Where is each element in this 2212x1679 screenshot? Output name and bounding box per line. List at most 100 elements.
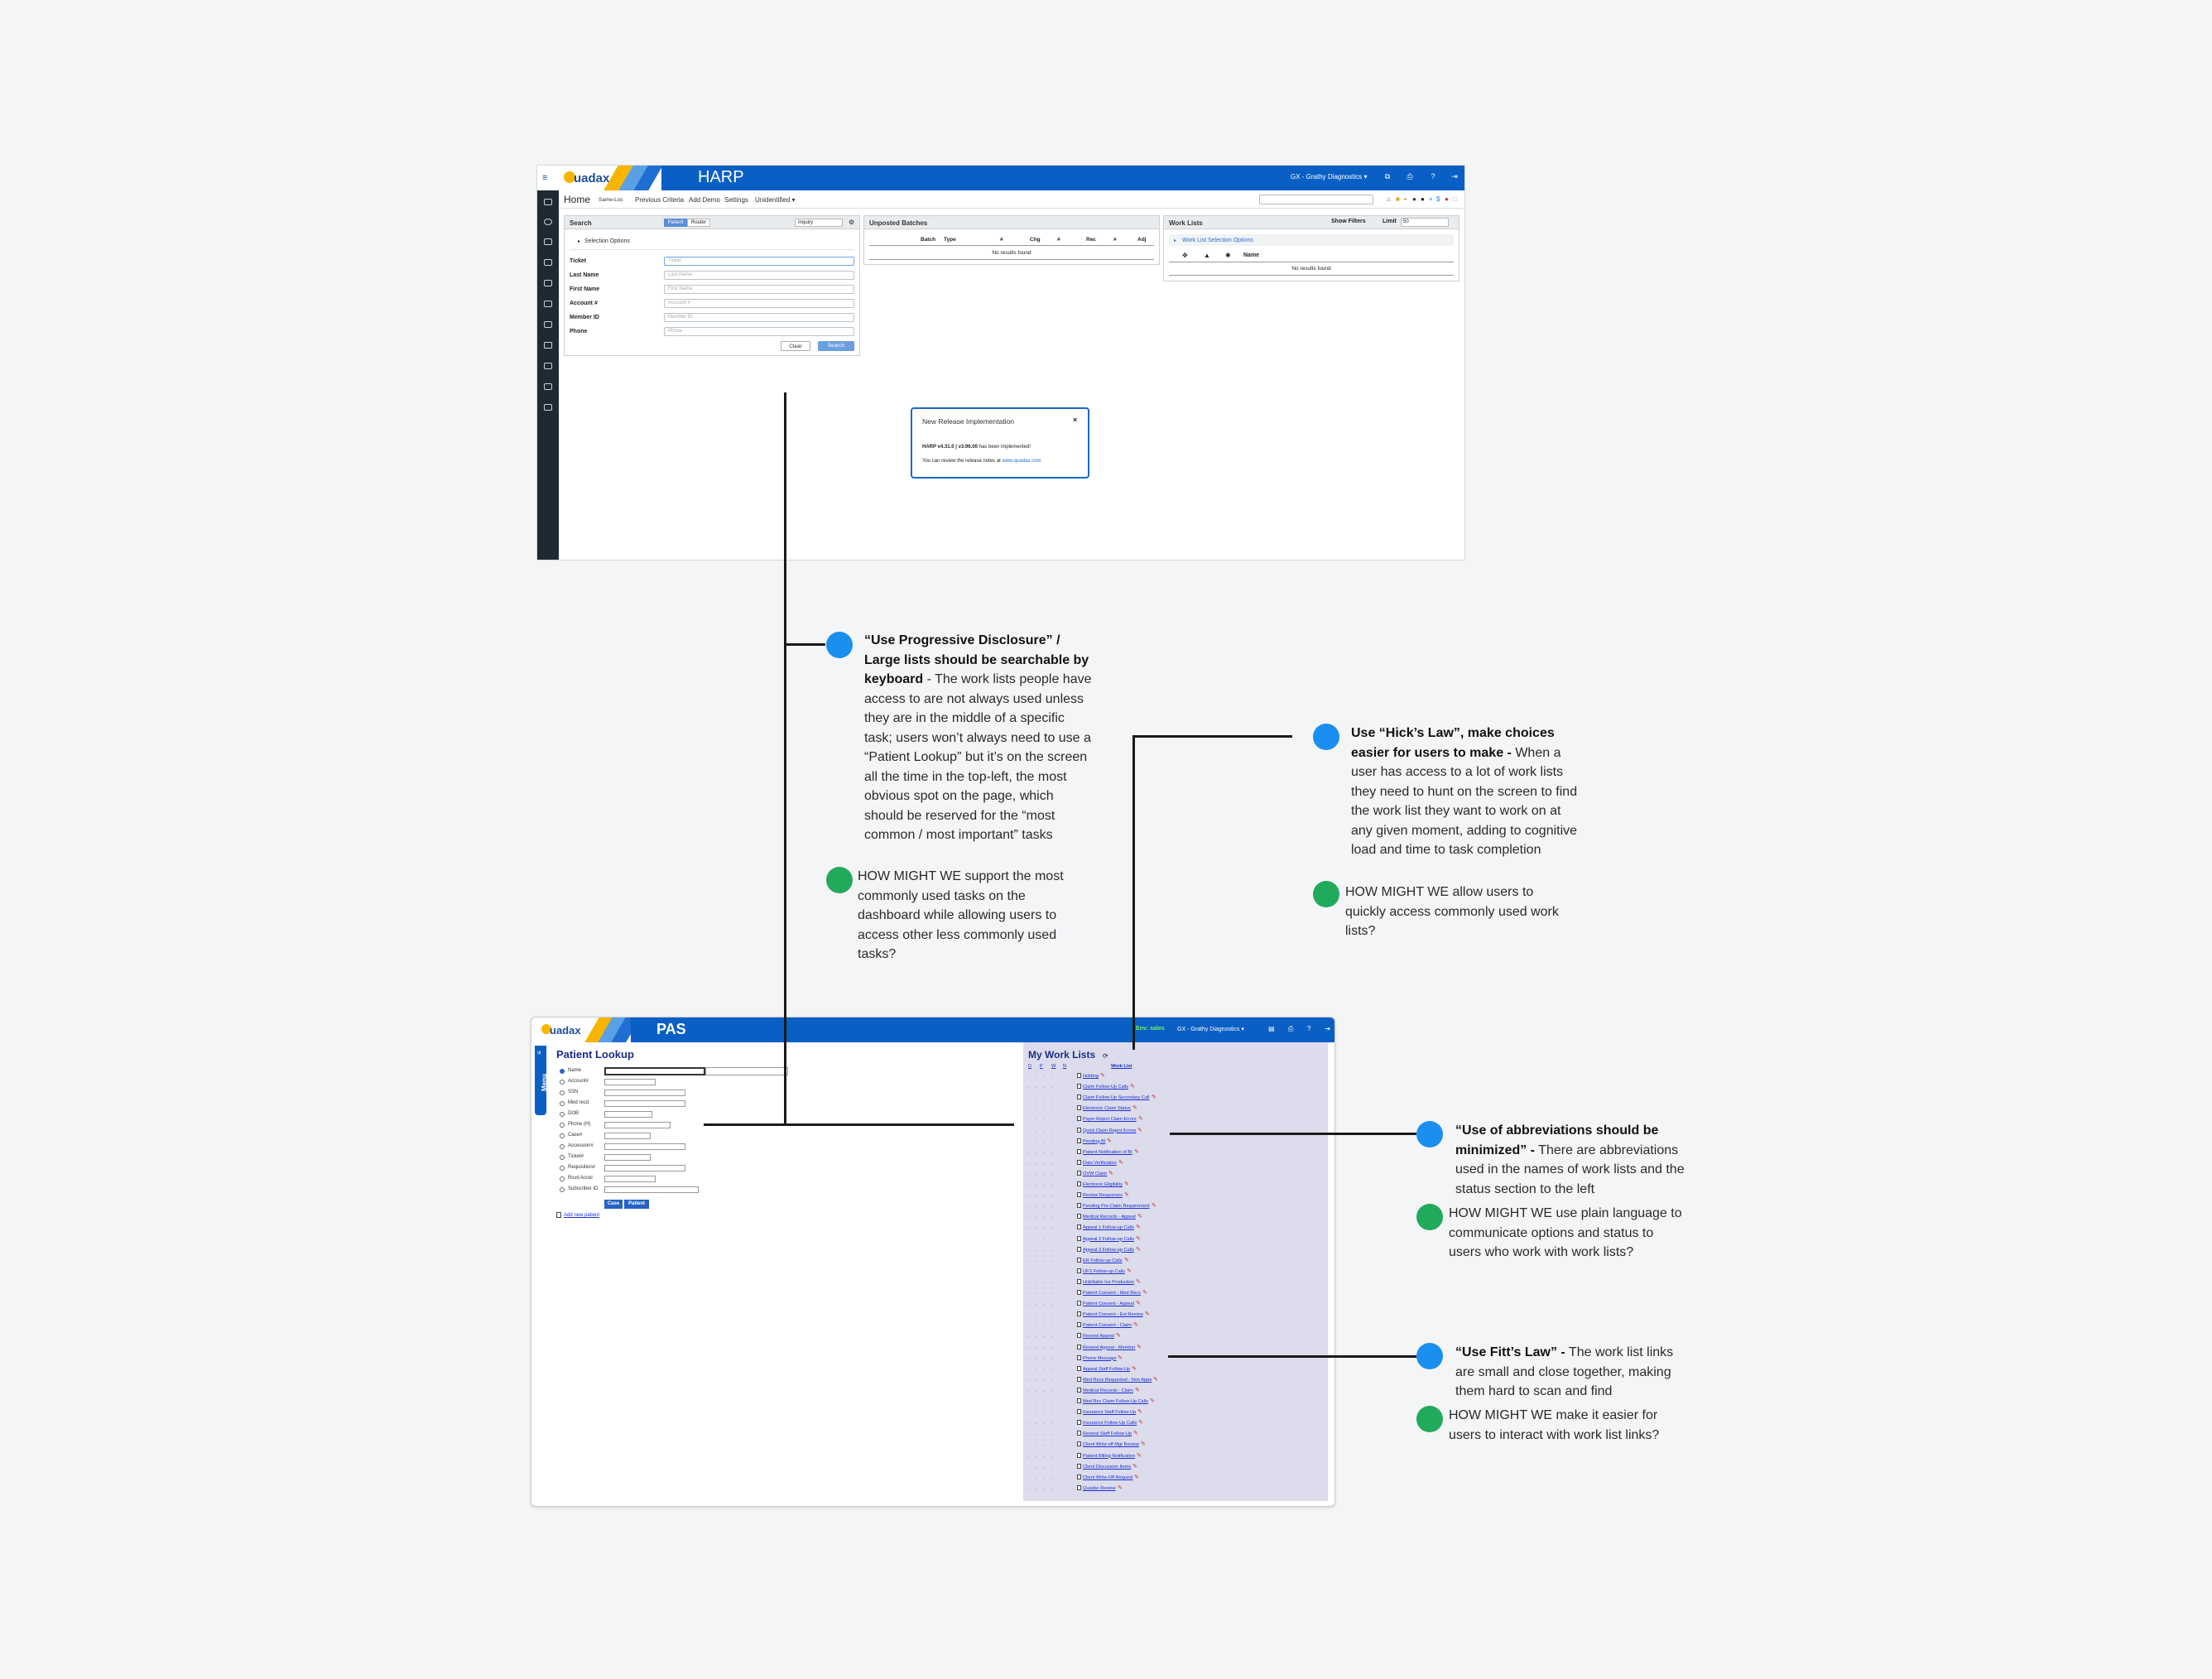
work-list-link[interactable]: Appeal 3 Follow-up Calls: [1083, 1248, 1134, 1253]
edit-icon[interactable]: ✎: [1124, 1257, 1129, 1263]
work-list-link[interactable]: OVW Claim: [1083, 1171, 1107, 1176]
edit-icon[interactable]: ✎: [1130, 1083, 1135, 1090]
patient-button[interactable]: Patient: [624, 1200, 649, 1209]
radio-accession[interactable]: [560, 1144, 565, 1149]
menu-tab[interactable]: ≡ Menu: [535, 1046, 548, 1115]
work-list-link[interactable]: Holding: [1083, 1074, 1099, 1079]
edit-icon[interactable]: ✎: [1150, 1398, 1155, 1404]
ticket-input[interactable]: Ticket: [664, 257, 854, 266]
work-list-link[interactable]: Patient Billing Notification: [1083, 1454, 1135, 1459]
note-icon[interactable]: ▪: [1404, 195, 1407, 203]
work-list-link[interactable]: Pending Pre-Claim Requirement: [1083, 1204, 1150, 1209]
list-icon[interactable]: [544, 259, 552, 266]
work-list-link[interactable]: Medical Records - Claim: [1083, 1388, 1133, 1393]
show-filters-button[interactable]: Show Filters: [1331, 219, 1366, 224]
radio-dob[interactable]: [560, 1112, 565, 1117]
work-list-link[interactable]: Review Responses: [1083, 1193, 1123, 1198]
med-recd-input[interactable]: [604, 1100, 685, 1107]
nav-same-loc[interactable]: Same-Loc: [599, 197, 623, 203]
radio-med-recd[interactable]: [560, 1101, 565, 1106]
bank-icon[interactable]: [544, 199, 552, 205]
dob-input[interactable]: [604, 1111, 652, 1118]
chart-icon[interactable]: [544, 321, 552, 328]
edit-icon[interactable]: ✎: [1141, 1441, 1146, 1447]
box-icon[interactable]: [544, 404, 552, 411]
edit-icon[interactable]: ✎: [1100, 1072, 1105, 1079]
member-id-input[interactable]: Member ID: [664, 313, 854, 322]
ticket-input[interactable]: [604, 1154, 651, 1161]
radio-phone[interactable]: [560, 1123, 565, 1128]
subscriber-id-input[interactable]: [604, 1186, 699, 1193]
work-list-selection-options[interactable]: Work List Selection Options: [1182, 238, 1253, 243]
work-list-link[interactable]: UFS Follow-up Calls: [1083, 1269, 1125, 1274]
edit-icon[interactable]: ✎: [1133, 1430, 1138, 1436]
edit-icon[interactable]: ✎: [1137, 1213, 1142, 1220]
edit-icon[interactable]: ✎: [1134, 1474, 1139, 1480]
work-list-link[interactable]: Insurance Staff Follow-Up: [1083, 1410, 1136, 1415]
work-list-link[interactable]: Patient Consent - Appeal: [1083, 1301, 1134, 1306]
work-list-link[interactable]: Data Verification: [1083, 1161, 1117, 1166]
work-list-link[interactable]: Appeal 2 Follow-up Calls: [1083, 1237, 1134, 1242]
edit-icon[interactable]: ✎: [1133, 1321, 1138, 1328]
windows-icon[interactable]: ⧉: [1383, 172, 1392, 180]
work-list-link[interactable]: Patient Consent - Med Recs: [1083, 1291, 1141, 1296]
work-list-link[interactable]: Insurance Follow-Up Calls: [1083, 1421, 1137, 1426]
work-list-link[interactable]: Patient Consent - Claim: [1083, 1323, 1132, 1328]
edit-icon[interactable]: ✎: [1136, 1235, 1141, 1242]
edit-icon[interactable]: ✎: [1137, 1452, 1142, 1459]
plus-icon[interactable]: +: [1429, 195, 1433, 203]
edit-icon[interactable]: ✎: [1152, 1094, 1156, 1100]
radio-case[interactable]: [560, 1133, 565, 1138]
limit-select[interactable]: 50: [1401, 218, 1449, 227]
nav-home[interactable]: Home: [564, 194, 590, 205]
logout-icon[interactable]: ⇥: [1450, 172, 1459, 180]
radio-ticket[interactable]: [560, 1155, 565, 1160]
selection-options-toggle[interactable]: Selection Options: [584, 238, 630, 244]
header-n[interactable]: N: [1063, 1064, 1066, 1069]
work-list-link[interactable]: Client Write-Off Request: [1083, 1475, 1132, 1480]
work-list-link[interactable]: Pending BI: [1083, 1139, 1105, 1144]
folder-icon[interactable]: ■: [1396, 195, 1400, 203]
search-icon[interactable]: [544, 219, 552, 225]
inbox-icon[interactable]: [544, 363, 552, 369]
rsvd-accel-input[interactable]: [604, 1176, 656, 1182]
edit-icon[interactable]: ✎: [1136, 1224, 1141, 1230]
work-list-link[interactable]: Electronic Claim Status: [1083, 1106, 1131, 1111]
nav-settings[interactable]: Settings: [724, 196, 748, 204]
print-icon[interactable]: ⎙: [1406, 172, 1414, 180]
radio-rsvd-accel[interactable]: [560, 1176, 565, 1181]
work-list-link[interactable]: Resend Staff Follow-Up: [1083, 1431, 1132, 1436]
edit-icon[interactable]: ✎: [1137, 1408, 1142, 1415]
edit-icon[interactable]: ✎: [1136, 1300, 1141, 1306]
edit-icon[interactable]: ✎: [1107, 1138, 1112, 1144]
user-icon[interactable]: ●: [1421, 195, 1425, 203]
edit-icon[interactable]: ✎: [1132, 1463, 1137, 1470]
edit-icon[interactable]: ✎: [1127, 1268, 1132, 1274]
edit-icon[interactable]: ✎: [1138, 1419, 1143, 1426]
document-icon[interactable]: ▤: [1268, 1025, 1275, 1032]
header-d[interactable]: D: [1028, 1064, 1031, 1069]
work-list-link[interactable]: Unbillable Ins Production: [1083, 1280, 1134, 1285]
home-icon[interactable]: [544, 238, 552, 245]
edit-icon[interactable]: ✎: [1153, 1376, 1158, 1383]
work-list-link[interactable]: Phone Message: [1083, 1356, 1116, 1361]
work-list-link[interactable]: Med Recs Requested - Non Appe: [1083, 1378, 1152, 1383]
edit-icon[interactable]: ✎: [1145, 1311, 1150, 1317]
nav-search-input[interactable]: [1259, 195, 1373, 204]
edit-icon[interactable]: ✎: [1137, 1127, 1142, 1133]
work-list-link[interactable]: Med Rec Claim Follow-Up Calls: [1083, 1399, 1148, 1404]
home-icon[interactable]: ⌂: [1387, 195, 1391, 203]
requisition-input[interactable]: [604, 1165, 685, 1171]
gear-icon[interactable]: ⚙: [849, 219, 854, 226]
hamburger-icon[interactable]: ≡: [542, 173, 547, 183]
radio-ssn[interactable]: [560, 1090, 565, 1095]
case-button[interactable]: Case: [604, 1200, 623, 1209]
work-list-link[interactable]: Resend Appeal: [1083, 1334, 1114, 1339]
hamburger-icon[interactable]: ≡: [536, 1051, 543, 1055]
accession-input[interactable]: [604, 1143, 685, 1150]
account-input[interactable]: [604, 1079, 656, 1085]
edit-icon[interactable]: ✎: [1136, 1278, 1141, 1285]
work-list-link[interactable]: Client Discussion Items: [1083, 1465, 1131, 1470]
edit-icon[interactable]: ✎: [1118, 1484, 1123, 1491]
edit-icon[interactable]: ✎: [1108, 1170, 1113, 1176]
